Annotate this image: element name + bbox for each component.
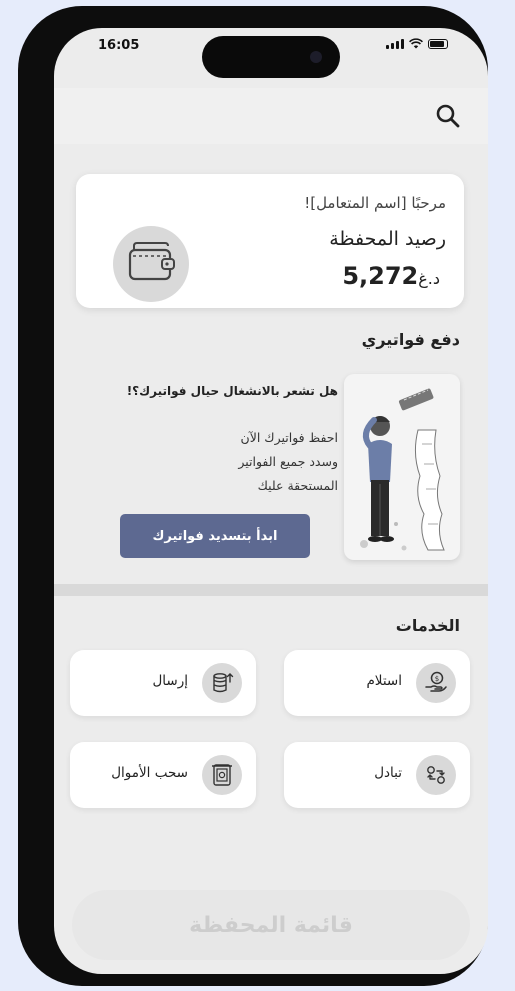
wallet-balance-card[interactable]: مرحبًا [اسم المتعامل]! رصيد المحفظة د.غ5… xyxy=(76,174,464,308)
currency-label: د.غ xyxy=(418,269,440,288)
balance-amount: د.غ5,272 xyxy=(342,262,446,290)
battery-icon xyxy=(428,38,448,49)
welcome-text: مرحبًا [اسم المتعامل]! xyxy=(304,194,446,212)
receive-money-icon: $ xyxy=(416,663,456,703)
signal-icon xyxy=(386,38,404,49)
status-bar: 16:05 xyxy=(54,28,488,88)
start-paying-bills-button[interactable]: ابدأ بتسديد فواتيرك xyxy=(120,514,310,558)
bills-question: هل تشعر بالانشغال حيال فواتيرك؟! xyxy=(126,384,338,398)
wallet-icon xyxy=(113,226,189,302)
wifi-icon xyxy=(409,38,423,49)
service-withdraw-label: سحب الأموال xyxy=(111,765,188,781)
balance-label: رصيد المحفظة xyxy=(329,228,446,250)
svg-text:$: $ xyxy=(435,675,439,683)
search-icon[interactable] xyxy=(434,102,462,130)
system-icons xyxy=(386,38,448,49)
phone-frame: 16:05 مرحبًا [اسم المتعامل]! رصيد المحفظ… xyxy=(18,6,488,986)
camera-icon xyxy=(310,51,322,63)
dynamic-island xyxy=(202,36,340,78)
service-send-label: إرسال xyxy=(152,673,188,689)
bills-text-line-2: وسدد جميع الفواتير xyxy=(238,454,338,469)
bills-illustration xyxy=(344,374,460,560)
bills-section-title: دفع فواتيري xyxy=(361,330,460,349)
send-money-icon xyxy=(202,663,242,703)
balance-value: 5,272 xyxy=(342,262,419,290)
bills-text-line-1: احفظ فواتيرك الآن xyxy=(240,430,338,445)
section-divider xyxy=(54,584,488,596)
app-screen: 16:05 مرحبًا [اسم المتعامل]! رصيد المحفظ… xyxy=(54,28,488,974)
app-header xyxy=(54,88,488,144)
service-receive-button[interactable]: $ استلام xyxy=(284,650,470,716)
bills-text-line-3: المستحقة عليك xyxy=(257,478,338,493)
service-exchange-button[interactable]: تبادل xyxy=(284,742,470,808)
wallet-menu-button[interactable]: قائمة المحفظة xyxy=(72,890,470,960)
service-send-button[interactable]: إرسال xyxy=(70,650,256,716)
service-exchange-label: تبادل xyxy=(374,765,402,781)
service-receive-label: استلام xyxy=(366,673,402,689)
services-section-title: الخدمات xyxy=(395,616,460,635)
withdraw-icon xyxy=(202,755,242,795)
status-time: 16:05 xyxy=(98,38,140,53)
exchange-icon xyxy=(416,755,456,795)
service-withdraw-button[interactable]: سحب الأموال xyxy=(70,742,256,808)
